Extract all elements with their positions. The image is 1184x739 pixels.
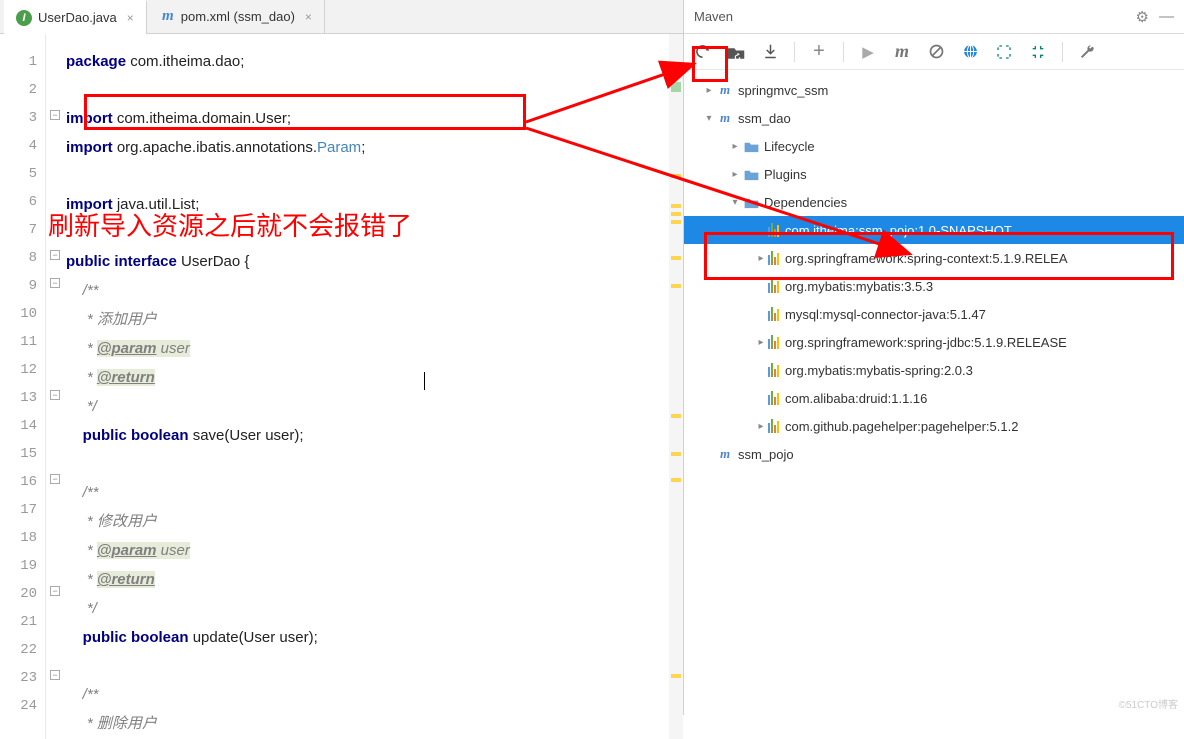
tab-label: UserDao.java <box>38 10 117 25</box>
fold-icon[interactable]: − <box>50 474 60 484</box>
close-icon[interactable]: × <box>305 10 312 24</box>
close-icon[interactable]: × <box>127 11 134 25</box>
fold-icon[interactable]: − <box>50 250 60 260</box>
tree-row[interactable]: org.mybatis:mybatis-spring:2.0.3 <box>684 356 1184 384</box>
tab-userdao[interactable]: UserDao.java × <box>4 0 147 34</box>
expand-arrow-icon[interactable] <box>702 85 716 96</box>
gear-icon[interactable]: ⚙ <box>1136 8 1149 26</box>
offline-icon[interactable] <box>958 40 982 64</box>
expand-arrow-icon[interactable] <box>754 253 768 264</box>
maven-module-icon <box>716 109 734 127</box>
tree-label: com.alibaba:druid:1.1.16 <box>785 391 927 406</box>
tree-row[interactable]: ssm_dao <box>684 104 1184 132</box>
tree-row[interactable]: com.github.pagehelper:pagehelper:5.1.2 <box>684 412 1184 440</box>
tab-pom[interactable]: pom.xml (ssm_dao) × <box>149 0 325 34</box>
tree-label: mysql:mysql-connector-java:5.1.47 <box>785 307 986 322</box>
annotation-text: 刷新导入资源之后就不会报错了 <box>48 206 412 243</box>
fold-icon[interactable]: − <box>50 110 60 120</box>
expand-arrow-icon[interactable] <box>728 141 742 152</box>
dependency-icon <box>768 251 779 265</box>
expand-arrow-icon[interactable] <box>702 113 716 124</box>
tree-label: org.mybatis:mybatis:3.5.3 <box>785 279 933 294</box>
tree-label: Dependencies <box>764 195 847 210</box>
maven-m-icon[interactable]: m <box>890 40 914 64</box>
tree-label: ssm_pojo <box>738 447 794 462</box>
collapse-icon[interactable] <box>1026 40 1050 64</box>
marker-bar <box>669 34 683 739</box>
expand-arrow-icon[interactable] <box>728 169 742 180</box>
tree-row[interactable]: org.springframework:spring-jdbc:5.1.9.RE… <box>684 328 1184 356</box>
maven-tree[interactable]: springmvc_ssm ssm_dao Lifecycle Plugins Depe… <box>684 70 1184 715</box>
tree-row[interactable]: ssm_pojo <box>684 440 1184 468</box>
tree-row[interactable]: com.alibaba:druid:1.1.16 <box>684 384 1184 412</box>
wrench-icon[interactable] <box>1075 40 1099 64</box>
maven-panel: Maven ⚙ — + ▶ m <box>684 0 1184 715</box>
add-icon[interactable]: + <box>807 40 831 64</box>
tree-label: com.itheima:ssm_pojo:1.0-SNAPSHOT <box>785 223 1012 238</box>
tree-row[interactable]: springmvc_ssm <box>684 76 1184 104</box>
run-icon[interactable]: ▶ <box>856 40 880 64</box>
code-area[interactable]: package com.itheima.dao; import com.ithe… <box>66 34 683 739</box>
dependency-icon <box>768 335 779 349</box>
folder-icon <box>742 165 760 183</box>
hide-icon[interactable]: — <box>1159 8 1174 26</box>
fold-gutter: − − − − − − − <box>46 34 66 739</box>
fold-icon[interactable]: − <box>50 586 60 596</box>
tree-row[interactable]: com.itheima:ssm_pojo:1.0-SNAPSHOT <box>684 216 1184 244</box>
generate-sources-icon[interactable] <box>724 40 748 64</box>
maven-module-icon <box>716 81 734 99</box>
maven-module-icon <box>716 445 734 463</box>
editor-body: 123456789101112131415161718192021222324 … <box>0 34 683 739</box>
tab-label: pom.xml (ssm_dao) <box>181 9 295 24</box>
tree-row[interactable]: org.mybatis:mybatis:3.5.3 <box>684 272 1184 300</box>
folder-icon <box>742 193 760 211</box>
refresh-icon[interactable] <box>690 40 714 64</box>
tree-label: org.mybatis:mybatis-spring:2.0.3 <box>785 363 973 378</box>
tree-label: com.github.pagehelper:pagehelper:5.1.2 <box>785 419 1018 434</box>
tree-label: org.springframework:spring-jdbc:5.1.9.RE… <box>785 335 1067 350</box>
skip-tests-icon[interactable] <box>924 40 948 64</box>
java-icon <box>16 10 32 26</box>
text-cursor <box>424 372 425 390</box>
dependency-icon <box>768 223 779 237</box>
tree-label: org.springframework:spring-context:5.1.9… <box>785 251 1068 266</box>
expand-icon[interactable] <box>992 40 1016 64</box>
fold-icon[interactable]: − <box>50 278 60 288</box>
editor-tabs: UserDao.java × pom.xml (ssm_dao) × <box>0 0 683 34</box>
maven-title: Maven <box>694 9 733 24</box>
watermark: ©51CTO博客 <box>1119 696 1178 711</box>
download-icon[interactable] <box>758 40 782 64</box>
dependency-icon <box>768 419 779 433</box>
folder-icon <box>742 137 760 155</box>
line-number-gutter: 123456789101112131415161718192021222324 <box>0 34 46 739</box>
dependency-icon <box>768 307 779 321</box>
fold-icon[interactable]: − <box>50 390 60 400</box>
maven-header: Maven ⚙ — <box>684 0 1184 34</box>
expand-arrow-icon[interactable] <box>754 421 768 432</box>
tree-row[interactable]: mysql:mysql-connector-java:5.1.47 <box>684 300 1184 328</box>
maven-icon <box>161 10 175 24</box>
fold-icon[interactable]: − <box>50 670 60 680</box>
dependency-icon <box>768 279 779 293</box>
tree-row[interactable]: Plugins <box>684 160 1184 188</box>
tree-label: springmvc_ssm <box>738 83 828 98</box>
tree-label: Plugins <box>764 167 807 182</box>
expand-arrow-icon[interactable] <box>728 197 742 208</box>
maven-toolbar: + ▶ m <box>684 34 1184 70</box>
dependency-icon <box>768 363 779 377</box>
tree-row[interactable]: Dependencies <box>684 188 1184 216</box>
tree-row[interactable]: Lifecycle <box>684 132 1184 160</box>
tree-row[interactable]: org.springframework:spring-context:5.1.9… <box>684 244 1184 272</box>
tree-label: Lifecycle <box>764 139 815 154</box>
expand-arrow-icon[interactable] <box>754 337 768 348</box>
editor-pane: UserDao.java × pom.xml (ssm_dao) × 12345… <box>0 0 684 715</box>
tree-label: ssm_dao <box>738 111 791 126</box>
dependency-icon <box>768 391 779 405</box>
